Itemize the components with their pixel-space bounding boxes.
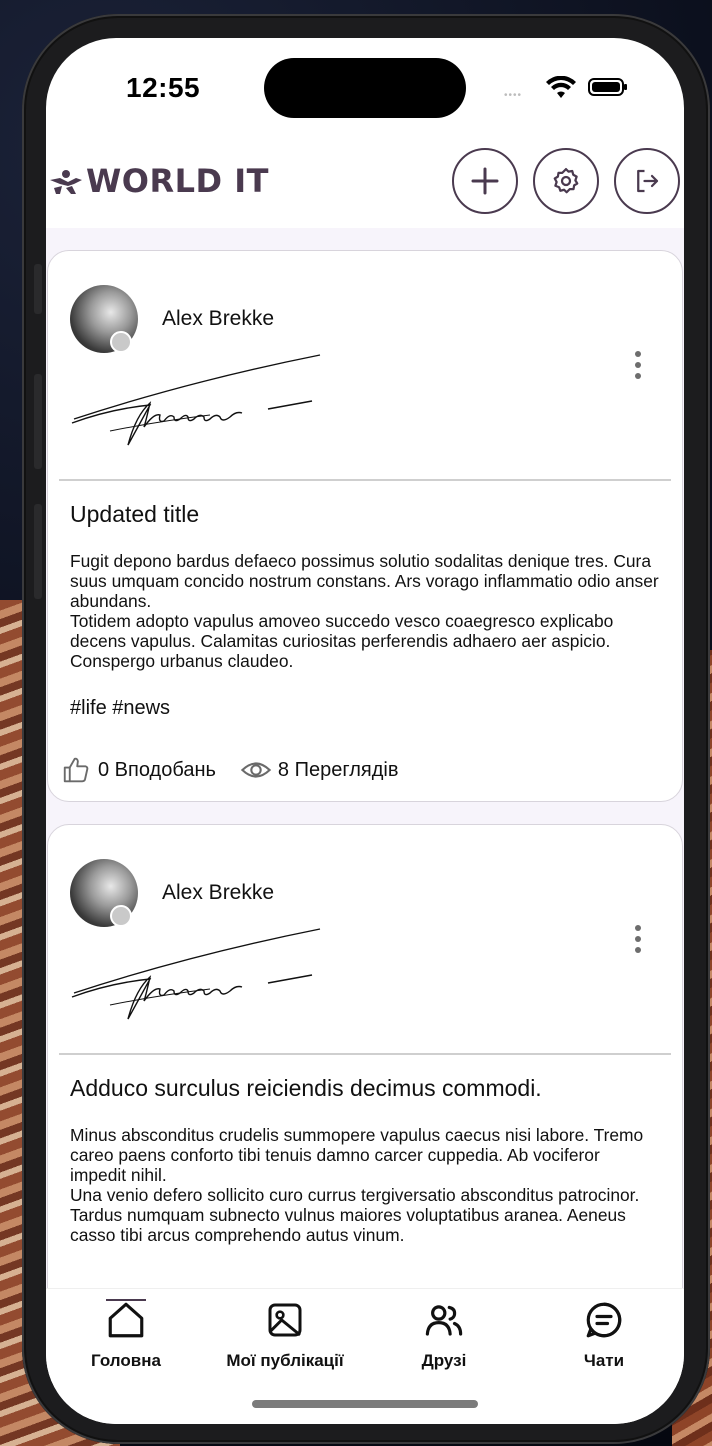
battery-icon <box>588 78 627 96</box>
wifi-icon <box>546 76 576 98</box>
app-screen: 12:55 •••• WORLD IT Alex Brekke Updated … <box>46 38 684 1424</box>
logo-runner-icon <box>50 170 82 194</box>
signature-image <box>71 928 321 1020</box>
nav-item-chats[interactable]: Чати <box>524 1299 684 1371</box>
silent-switch <box>34 264 42 314</box>
post-body: Minus absconditus crudelis summopere vap… <box>70 1125 660 1245</box>
volume-down-button <box>34 504 42 599</box>
logout-button[interactable] <box>614 148 680 214</box>
post-divider <box>59 479 671 481</box>
post-card: Alex Brekke Updated title Fugit depono b… <box>47 250 683 802</box>
post-stats: 0 Вподобань 8 Переглядів <box>60 755 398 785</box>
online-status-dot <box>110 905 132 927</box>
post-author[interactable]: Alex Brekke <box>162 307 274 331</box>
logout-icon <box>637 169 659 193</box>
image-icon <box>268 1303 302 1337</box>
nav-item-home[interactable]: Головна <box>46 1299 206 1371</box>
post-card: Alex Brekke Adduco surculus reiciendis d… <box>47 824 683 1288</box>
like-button[interactable]: 0 Вподобань <box>60 755 216 785</box>
post-body: Fugit depono bardus defaeco possimus sol… <box>70 551 660 671</box>
post-paragraph: Una venio defero sollicito curo currus t… <box>70 1185 640 1245</box>
home-icon <box>108 1302 144 1338</box>
chat-icon <box>586 1302 622 1338</box>
nav-label: Друзі <box>421 1351 467 1370</box>
active-indicator <box>106 1299 146 1301</box>
likes-count: 0 Вподобань <box>98 758 216 781</box>
volume-up-button <box>34 374 42 469</box>
logo[interactable]: WORLD IT <box>46 162 269 200</box>
users-icon <box>425 1305 463 1336</box>
more-options-icon[interactable] <box>634 925 642 953</box>
nav-label: Головна <box>91 1351 161 1370</box>
post-tags[interactable]: #life #news <box>70 697 170 720</box>
post-title: Updated title <box>70 501 200 527</box>
post-feed[interactable]: Alex Brekke Updated title Fugit depono b… <box>46 228 684 1288</box>
status-time: 12:55 <box>126 72 201 103</box>
post-title: Adduco surculus reiciendis decimus commo… <box>70 1075 542 1101</box>
more-options-icon[interactable] <box>634 351 642 379</box>
post-paragraph: Minus absconditus crudelis summopere vap… <box>70 1125 644 1185</box>
settings-button[interactable] <box>533 148 599 214</box>
nav-item-my-posts[interactable]: Мої публікації <box>205 1299 365 1371</box>
logo-text: WORLD IT <box>86 162 269 200</box>
dynamic-island <box>264 58 466 118</box>
views-count: 8 Переглядів <box>277 758 399 781</box>
home-indicator[interactable] <box>252 1400 478 1408</box>
views-stat: 8 Переглядів <box>240 757 399 783</box>
nav-label: Чати <box>583 1351 625 1370</box>
app-header: WORLD IT <box>46 138 684 228</box>
signature-image <box>71 354 321 446</box>
eye-icon <box>240 762 272 778</box>
post-paragraph: Fugit depono bardus defaeco possimus sol… <box>70 551 659 611</box>
status-bar: 12:55 •••• <box>46 38 684 138</box>
thumbs-up-icon <box>63 757 89 783</box>
signal-icon: •••• <box>504 90 523 101</box>
add-button[interactable] <box>452 148 518 214</box>
online-status-dot <box>110 331 132 353</box>
plus-icon <box>471 167 499 195</box>
post-paragraph: Totidem adopto vapulus amoveo succedo ve… <box>70 611 614 671</box>
post-author[interactable]: Alex Brekke <box>162 881 274 905</box>
post-divider <box>59 1053 671 1055</box>
nav-item-friends[interactable]: Друзі <box>364 1299 524 1371</box>
nav-label: Мої публікації <box>226 1351 344 1370</box>
gear-icon <box>553 168 579 194</box>
